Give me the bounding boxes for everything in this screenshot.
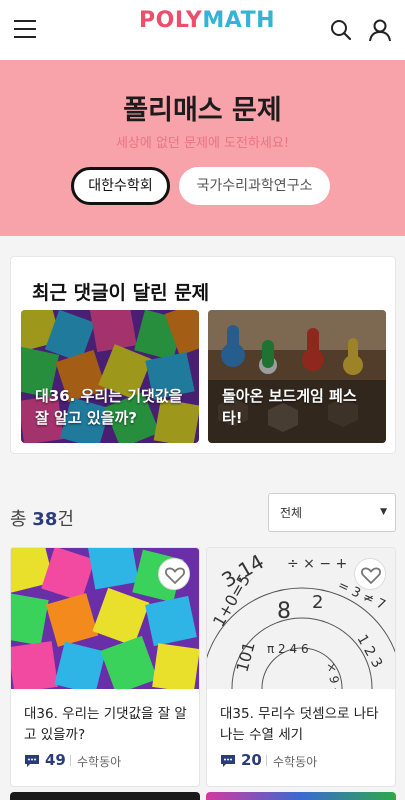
svg-text:8: 8 (277, 599, 291, 624)
search-icon[interactable] (330, 19, 352, 41)
comment-count: 20 (241, 751, 262, 769)
svg-text:π 2 4 6: π 2 4 6 (267, 642, 309, 656)
card-author: 수학동아 (77, 755, 122, 769)
card-title: 대36. 우리는 기댓값을 잘 알고 있을까? (24, 706, 187, 743)
svg-text:2: 2 (312, 592, 323, 613)
recent-card-title: 돌아온 보드게임 페스타! (222, 387, 357, 427)
menu-icon[interactable] (14, 20, 36, 38)
recent-card-boardgame[interactable]: 돌아온 보드게임 페스타! (208, 310, 386, 443)
logo-wordmark: POLYMATH (139, 8, 275, 34)
page-title: 폴리매스 문제 (123, 95, 282, 126)
hero-banner: 폴리매스 문제 세상에 없던 문제에 도전하세요! 대한수학회 국가수리과학연구… (0, 60, 405, 236)
polymath-logo[interactable]: POLYMATH (139, 8, 275, 52)
count-suffix: 건 (57, 509, 74, 530)
svg-text:÷ × − +: ÷ × − + (287, 556, 347, 572)
tab-nims[interactable]: 국가수리과학연구소 (179, 167, 330, 205)
problem-card[interactable]: 3.14 1+0=5 101 ÷ × − + = 3 ≠ 7 1 2 3 8 2… (206, 547, 396, 787)
filter-value: 전체 (280, 506, 303, 520)
count-prefix: 총 (10, 509, 27, 530)
filter-select[interactable]: 전체 ▼ (268, 493, 396, 532)
problem-card[interactable]: 대36. 우리는 기댓값을 잘 알고 있을까? 49 수학동아 (10, 547, 200, 787)
comment-icon (25, 755, 39, 767)
logo-part1: POLY (139, 8, 203, 33)
user-icon[interactable] (368, 18, 392, 42)
card-author: 수학동아 (273, 755, 318, 769)
comment-count: 49 (45, 751, 66, 769)
count-number: 38 (32, 509, 58, 530)
tab-kms[interactable]: 대한수학회 (71, 167, 170, 205)
next-card-peek (206, 792, 396, 800)
heart-icon (165, 567, 185, 585)
logo-part2: MATH (202, 8, 275, 33)
recent-card-title: 대36. 우리는 기댓값을 잘 알고 있을까? (35, 387, 183, 427)
recent-comments-section: 최근 댓글이 달린 문제 대36. 우리는 기댓값을 잘 알고 있을까? 돌아온… (10, 256, 396, 454)
page-subtitle: 세상에 없던 문제에 도전하세요! (115, 136, 290, 151)
like-button[interactable] (158, 558, 190, 590)
divider (70, 755, 71, 766)
top-header: POLYMATH (0, 0, 405, 60)
heart-icon (361, 567, 381, 585)
divider (266, 755, 267, 766)
total-count: 총 38건 (10, 505, 74, 531)
next-card-peek (10, 792, 200, 800)
like-button[interactable] (354, 558, 386, 590)
chevron-down-icon: ▼ (380, 507, 387, 517)
card-title: 대35. 무리수 덧셈으로 나타나는 수열 세기 (220, 706, 379, 743)
section-title: 최근 댓글이 달린 문제 (32, 282, 210, 304)
comment-icon (221, 755, 235, 767)
recent-card-expectation[interactable]: 대36. 우리는 기댓값을 잘 알고 있을까? (21, 310, 199, 443)
